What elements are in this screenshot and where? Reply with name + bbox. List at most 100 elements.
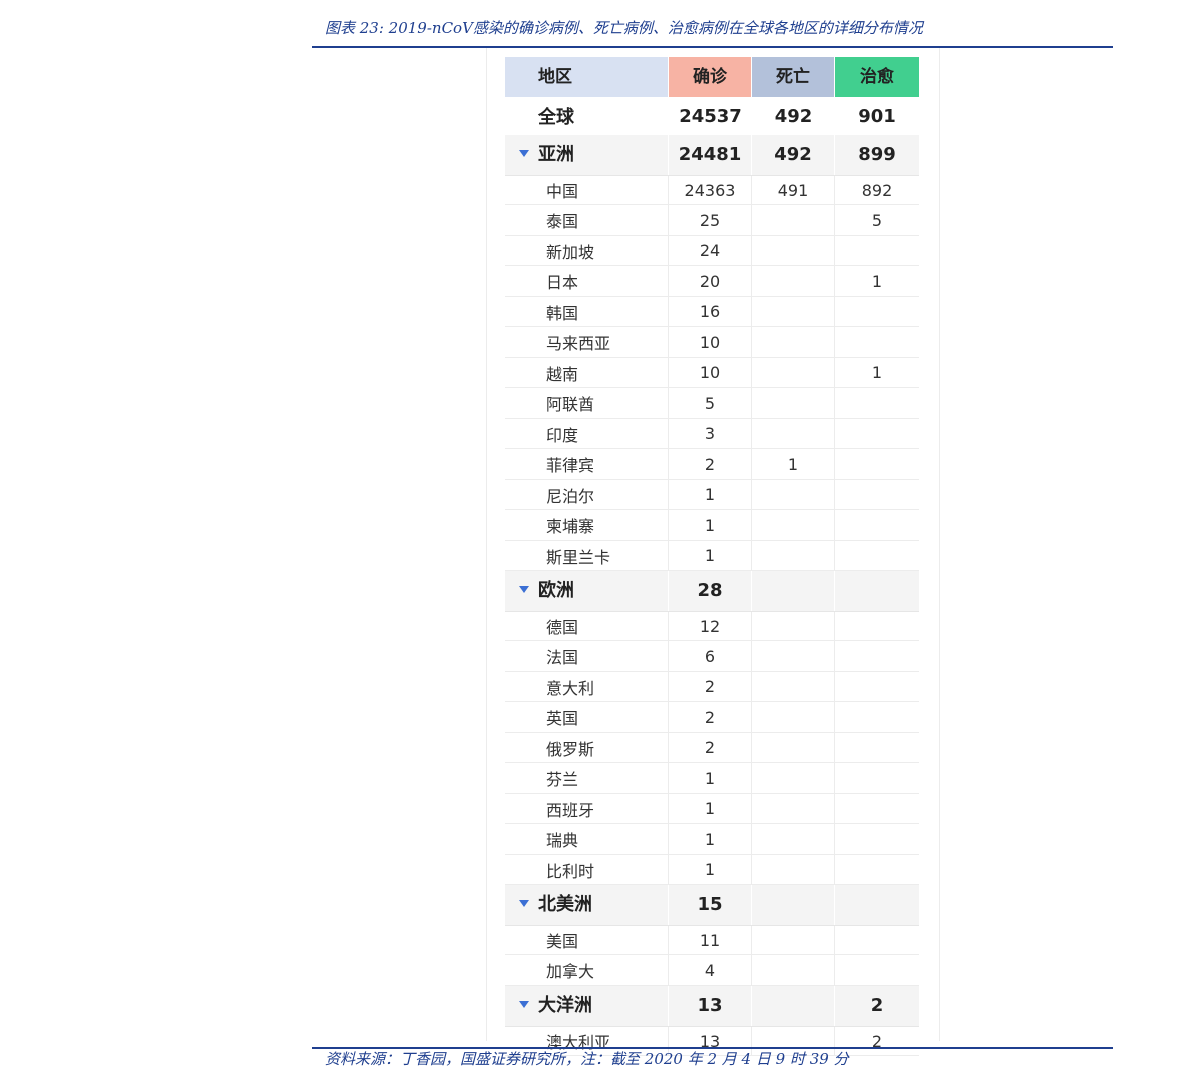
country-cured xyxy=(835,510,919,540)
country-row: 泰国 25 5 xyxy=(505,205,919,236)
country-deaths xyxy=(752,702,835,732)
continent-name-cell: 北美洲 xyxy=(505,885,669,925)
continent-name-cell: 欧洲 xyxy=(505,571,669,611)
country-deaths xyxy=(752,612,835,640)
country-confirmed: 24 xyxy=(669,236,752,265)
country-name: 韩国 xyxy=(505,297,669,326)
country-row: 比利时 1 xyxy=(505,855,919,885)
distribution-table: 地区 确诊 死亡 治愈 全球 24537 492 901 亚洲 24481 492 8… xyxy=(505,57,919,1056)
global-cured: 901 xyxy=(858,105,896,127)
country-cured xyxy=(835,419,919,448)
country-confirmed: 1 xyxy=(669,794,752,823)
country-name: 德国 xyxy=(505,612,669,640)
country-cured xyxy=(835,763,919,793)
continent-deaths: 492 xyxy=(752,135,835,175)
country-row: 法国 6 xyxy=(505,641,919,672)
country-deaths xyxy=(752,266,835,296)
country-name: 俄罗斯 xyxy=(505,733,669,762)
country-cured xyxy=(835,297,919,326)
country-cured xyxy=(835,541,919,570)
header-cured[interactable]: 治愈 xyxy=(835,57,919,97)
country-cured xyxy=(835,641,919,671)
table-header-row: 地区 确诊 死亡 治愈 xyxy=(505,57,919,97)
country-cured xyxy=(835,955,919,985)
country-row: 阿联酋 5 xyxy=(505,388,919,419)
continent-groups: 亚洲 24481 492 899 中国 24363 491 892 泰国 25 5 新加坡 24 日本 20… xyxy=(505,135,919,1056)
continent-deaths xyxy=(752,885,835,925)
caret-down-icon[interactable] xyxy=(519,1000,529,1008)
country-name: 越南 xyxy=(505,358,669,387)
country-deaths xyxy=(752,236,835,265)
country-cured xyxy=(835,449,919,479)
country-deaths xyxy=(752,480,835,509)
continent-row[interactable]: 大洋洲 13 2 xyxy=(505,986,919,1027)
country-confirmed: 25 xyxy=(669,205,752,235)
continent-cured: 2 xyxy=(870,995,884,1016)
continent-name-cell: 大洋洲 xyxy=(505,986,669,1026)
country-cured: 5 xyxy=(871,210,883,230)
country-row: 柬埔寨 1 xyxy=(505,510,919,541)
country-cured xyxy=(835,926,919,954)
country-row: 加拿大 4 xyxy=(505,955,919,986)
country-confirmed: 11 xyxy=(669,926,752,954)
continent-confirmed: 24481 xyxy=(669,135,752,175)
country-cured xyxy=(835,327,919,357)
country-name: 美国 xyxy=(505,926,669,954)
country-row: 芬兰 1 xyxy=(505,763,919,794)
header-region[interactable]: 地区 xyxy=(505,57,669,97)
country-deaths xyxy=(752,205,835,235)
country-deaths xyxy=(752,733,835,762)
caret-down-icon[interactable] xyxy=(519,585,529,593)
global-name: 全球 xyxy=(538,107,574,128)
continent-cured xyxy=(835,571,919,611)
source-note: 资料来源：丁香园，国盛证券研究所，注：截至 2020 年 2 月 4 日 9 时… xyxy=(325,1050,849,1068)
country-confirmed: 1 xyxy=(669,541,752,570)
country-row: 马来西亚 10 xyxy=(505,327,919,358)
country-deaths xyxy=(752,824,835,854)
country-confirmed: 1 xyxy=(669,480,752,509)
continent-row[interactable]: 亚洲 24481 492 899 xyxy=(505,135,919,176)
country-name: 西班牙 xyxy=(505,794,669,823)
country-deaths xyxy=(752,358,835,387)
caret-down-icon[interactable] xyxy=(519,149,529,157)
country-row: 德国 12 xyxy=(505,612,919,641)
country-deaths xyxy=(752,794,835,823)
country-deaths xyxy=(752,926,835,954)
country-cured: 892 xyxy=(861,180,893,200)
country-deaths: 1 xyxy=(752,449,835,479)
continent-deaths xyxy=(752,571,835,611)
continent-name: 大洋洲 xyxy=(538,995,592,1016)
country-confirmed: 2 xyxy=(669,449,752,479)
country-name: 意大利 xyxy=(505,672,669,701)
country-deaths xyxy=(752,327,835,357)
country-confirmed: 16 xyxy=(669,297,752,326)
country-confirmed: 20 xyxy=(669,266,752,296)
country-confirmed: 2 xyxy=(669,702,752,732)
country-confirmed: 1 xyxy=(669,510,752,540)
country-cured xyxy=(835,733,919,762)
caret-down-icon[interactable] xyxy=(519,899,529,907)
header-deaths[interactable]: 死亡 xyxy=(752,57,835,97)
country-name: 瑞典 xyxy=(505,824,669,854)
country-deaths: 491 xyxy=(752,176,835,204)
country-row: 俄罗斯 2 xyxy=(505,733,919,763)
country-name: 斯里兰卡 xyxy=(505,541,669,570)
country-row: 美国 11 xyxy=(505,926,919,955)
continent-row[interactable]: 欧洲 28 xyxy=(505,571,919,612)
country-deaths xyxy=(752,510,835,540)
country-deaths xyxy=(752,388,835,418)
country-deaths xyxy=(752,672,835,701)
country-row: 斯里兰卡 1 xyxy=(505,541,919,571)
country-cured: 1 xyxy=(871,271,883,291)
continent-row[interactable]: 北美洲 15 xyxy=(505,885,919,926)
country-name: 菲律宾 xyxy=(505,449,669,479)
country-confirmed: 1 xyxy=(669,763,752,793)
country-confirmed: 24363 xyxy=(669,176,752,204)
country-confirmed: 2 xyxy=(669,733,752,762)
country-name: 法国 xyxy=(505,641,669,671)
continent-name: 亚洲 xyxy=(538,144,574,165)
header-confirmed[interactable]: 确诊 xyxy=(669,57,752,97)
country-name: 柬埔寨 xyxy=(505,510,669,540)
country-row: 尼泊尔 1 xyxy=(505,480,919,510)
country-name: 新加坡 xyxy=(505,236,669,265)
